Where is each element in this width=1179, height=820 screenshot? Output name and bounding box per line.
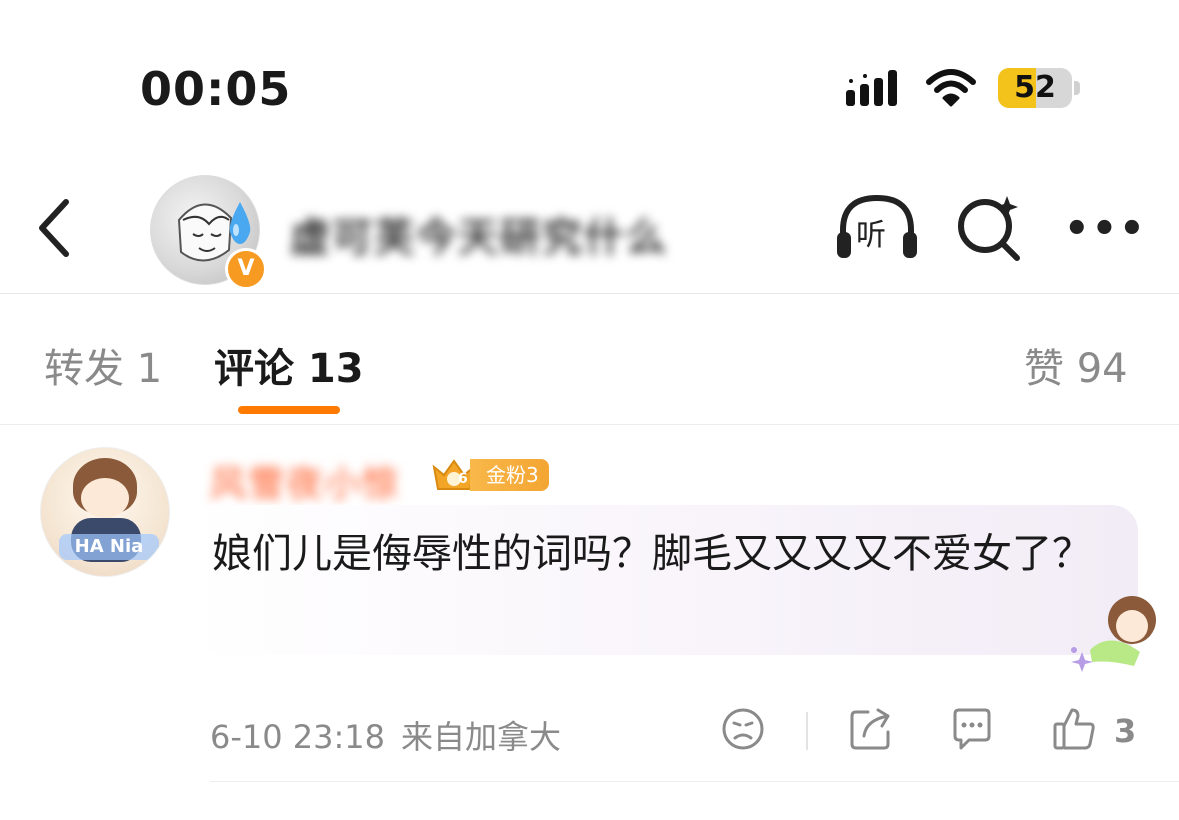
chevron-left-icon[interactable] (34, 198, 74, 258)
battery-indicator: 52 (998, 68, 1082, 110)
comment-location: 来自加拿大 (401, 718, 562, 756)
comment-timestamp: 6-10 23:18 (210, 718, 386, 756)
commenter-avatar[interactable]: HA Nia (40, 447, 170, 577)
comment-divider (210, 781, 1179, 782)
share-icon[interactable] (848, 706, 894, 752)
battery-tip (1074, 81, 1080, 95)
avatar-text: HA Nia (59, 534, 159, 560)
active-tab-indicator (238, 406, 340, 414)
more-options-button[interactable]: ••• (1064, 206, 1145, 252)
tabs-divider (0, 424, 1179, 425)
action-separator (806, 712, 808, 750)
search-sparkle-icon[interactable] (955, 192, 1025, 262)
tab-comments[interactable]: 评论 13 (214, 336, 364, 394)
bubble-sticker-icon (1071, 596, 1156, 672)
fan-badge-label: 金粉3 (470, 459, 549, 491)
author-name[interactable]: 虚可芙今天研究什么 (290, 205, 668, 263)
status-time: 00:05 (140, 62, 292, 116)
commenter-name[interactable]: 风雪夜小惊 (210, 455, 400, 507)
signal-bars-icon (846, 70, 897, 106)
thumbs-up-icon[interactable] (1052, 706, 1098, 752)
battery-level: 52 (1014, 70, 1056, 105)
tab-forward[interactable]: 转发 1 (44, 336, 162, 394)
fan-badge-level: 6 (458, 471, 468, 487)
header-divider (0, 293, 1179, 294)
verified-badge: V (225, 248, 267, 290)
water-drop-icon (229, 202, 251, 244)
tab-likes[interactable]: 赞 94 (1024, 336, 1128, 394)
reply-icon[interactable] (949, 706, 995, 752)
comment-meta: 6-10 23:18 来自加拿大 (210, 712, 561, 758)
comment-like-count: 3 (1114, 712, 1137, 750)
wifi-icon (926, 69, 976, 107)
listen-label[interactable]: 听 (856, 210, 886, 254)
dislike-face-icon[interactable] (720, 706, 766, 752)
comment-text[interactable]: 娘们儿是侮辱性的词吗？脚毛又又又又不爱女了？ (212, 522, 1132, 586)
avatar-face (81, 478, 129, 518)
